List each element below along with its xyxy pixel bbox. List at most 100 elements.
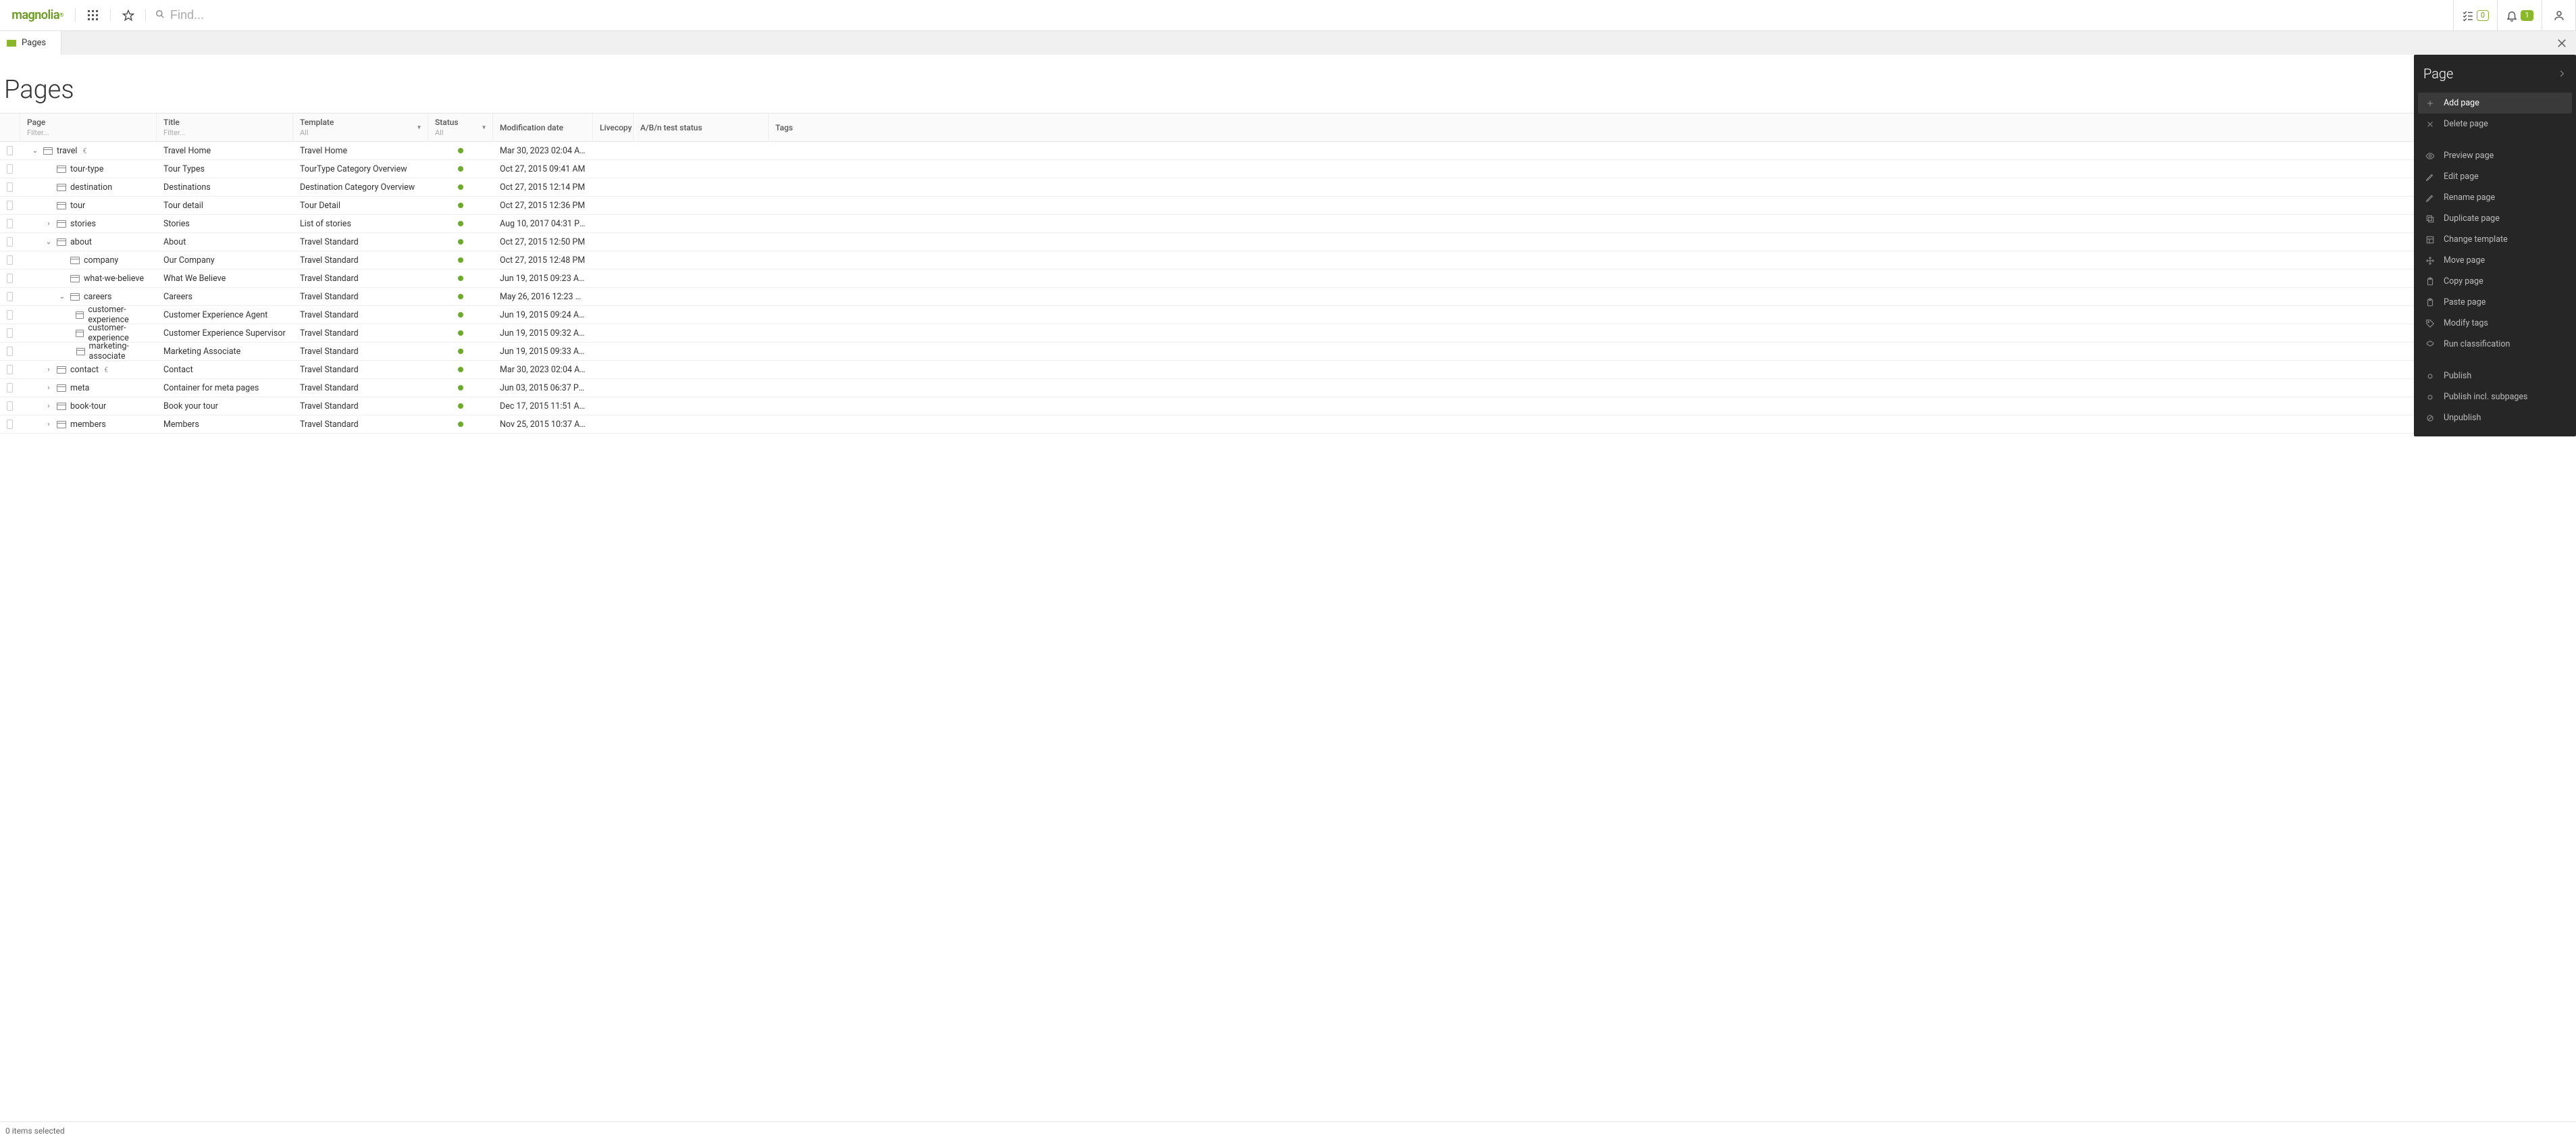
page-name: book-tour bbox=[70, 401, 106, 411]
table-row[interactable]: ›metaContainer for meta pagesTravel Stan… bbox=[0, 379, 2576, 397]
status-published-icon bbox=[458, 385, 463, 390]
action-add[interactable]: Add page bbox=[2418, 93, 2572, 113]
row-checkbox[interactable] bbox=[7, 328, 13, 338]
row-checkbox[interactable] bbox=[7, 292, 13, 301]
user-menu-icon[interactable] bbox=[2542, 0, 2576, 30]
action-preview[interactable]: Preview page bbox=[2418, 145, 2572, 166]
page-icon bbox=[70, 275, 80, 282]
table-row[interactable]: marketing-associateMarketing AssociateTr… bbox=[0, 343, 2576, 361]
template-cell: Travel Home bbox=[293, 146, 428, 156]
tab-label: Pages bbox=[22, 38, 46, 48]
table-row[interactable]: ⌄careersCareersTravel StandardMay 26, 20… bbox=[0, 288, 2576, 306]
row-checkbox[interactable] bbox=[7, 347, 13, 356]
template-cell: Travel Standard bbox=[293, 237, 428, 247]
page-name: customer-experience bbox=[88, 305, 154, 325]
actions-panel-header: Page bbox=[2414, 55, 2576, 93]
table-row[interactable]: ⌄aboutAboutTravel StandardOct 27, 2015 1… bbox=[0, 233, 2576, 251]
close-icon[interactable] bbox=[2556, 31, 2568, 55]
col-header-livecopy[interactable]: Livecopy bbox=[593, 113, 634, 141]
action-copy[interactable]: Copy page bbox=[2418, 271, 2572, 292]
app-launcher-icon[interactable] bbox=[76, 9, 111, 22]
page-title-cell: Tour Types bbox=[157, 164, 293, 174]
row-checkbox[interactable] bbox=[7, 146, 13, 155]
search-input[interactable] bbox=[170, 8, 2444, 22]
row-checkbox[interactable] bbox=[7, 182, 13, 192]
table-row[interactable]: customer-experienceCustomer Experience S… bbox=[0, 324, 2576, 343]
action-changetmpl[interactable]: Change template bbox=[2418, 229, 2572, 250]
col-header-abtest[interactable]: A/B/n test status bbox=[634, 113, 769, 141]
pencil-icon bbox=[2425, 172, 2436, 182]
table-row[interactable]: ›membersMembersTravel StandardNov 25, 20… bbox=[0, 415, 2576, 434]
row-checkbox[interactable] bbox=[7, 383, 13, 393]
row-checkbox[interactable] bbox=[7, 164, 13, 174]
action-label: Paste page bbox=[2444, 297, 2485, 307]
status-published-icon bbox=[458, 276, 463, 281]
table-row[interactable]: ›book-tourBook your tourTravel StandardD… bbox=[0, 397, 2576, 415]
collapse-icon[interactable]: ⌄ bbox=[45, 238, 53, 246]
row-checkbox[interactable] bbox=[7, 219, 13, 228]
notifications-button[interactable]: 1 bbox=[2498, 0, 2542, 30]
expand-icon[interactable]: › bbox=[45, 421, 53, 428]
col-header-modification[interactable]: Modification date bbox=[493, 113, 593, 141]
expand-icon[interactable]: › bbox=[45, 403, 53, 410]
table-row[interactable]: customer-experienceCustomer Experience A… bbox=[0, 306, 2576, 324]
action-unpublish[interactable]: Unpublish bbox=[2418, 407, 2572, 428]
page-title-cell: Destinations bbox=[157, 182, 293, 193]
row-checkbox[interactable] bbox=[7, 401, 13, 411]
status-published-icon bbox=[458, 422, 463, 427]
collapse-icon[interactable]: ⌄ bbox=[58, 293, 66, 301]
action-delete[interactable]: Delete page bbox=[2418, 113, 2572, 134]
expand-icon[interactable]: › bbox=[45, 366, 53, 374]
col-header-title[interactable]: Title Filter... bbox=[157, 113, 293, 141]
action-publishsub[interactable]: Publish incl. subpages bbox=[2418, 386, 2572, 407]
action-paste[interactable]: Paste page bbox=[2418, 292, 2572, 313]
dot-icon bbox=[2425, 393, 2436, 402]
row-checkbox[interactable] bbox=[7, 310, 13, 320]
modification-date-cell: Mar 30, 2023 02:04 AM bbox=[493, 146, 593, 156]
action-classify[interactable]: Run classification bbox=[2418, 334, 2572, 355]
row-checkbox[interactable] bbox=[7, 255, 13, 265]
action-move[interactable]: Move page bbox=[2418, 250, 2572, 271]
action-label: Add page bbox=[2444, 98, 2479, 108]
template-cell: List of stories bbox=[293, 219, 428, 229]
logo[interactable]: magnolia® bbox=[0, 8, 76, 22]
tasks-button[interactable]: 0 bbox=[2453, 0, 2498, 30]
page-name: stories bbox=[70, 219, 96, 229]
status-published-icon bbox=[458, 294, 463, 299]
table-row[interactable]: ›storiesStoriesList of storiesAug 10, 20… bbox=[0, 215, 2576, 233]
collapse-icon[interactable]: ⌄ bbox=[31, 147, 39, 155]
action-duplicate[interactable]: Duplicate page bbox=[2418, 208, 2572, 229]
row-checkbox[interactable] bbox=[7, 274, 13, 283]
row-checkbox[interactable] bbox=[7, 420, 13, 429]
col-header-status[interactable]: Status All ▾ bbox=[428, 113, 493, 141]
table-row[interactable]: tourTour detailTour DetailOct 27, 2015 1… bbox=[0, 197, 2576, 215]
favorite-icon[interactable] bbox=[111, 9, 146, 22]
table-row[interactable]: destinationDestinationsDestination Categ… bbox=[0, 178, 2576, 197]
action-publish[interactable]: Publish bbox=[2418, 365, 2572, 386]
ring-icon bbox=[2425, 413, 2436, 423]
table-row[interactable]: companyOur CompanyTravel StandardOct 27,… bbox=[0, 251, 2576, 270]
col-header-template[interactable]: Template All ▾ bbox=[293, 113, 428, 141]
tab-pages[interactable]: Pages bbox=[0, 31, 61, 55]
table-row[interactable]: ›contact€ContactTravel StandardMar 30, 2… bbox=[0, 361, 2576, 379]
expand-icon[interactable]: › bbox=[45, 384, 53, 392]
action-rename[interactable]: Rename page bbox=[2418, 187, 2572, 208]
table-row[interactable]: what-we-believeWhat We BelieveTravel Sta… bbox=[0, 270, 2576, 288]
row-checkbox[interactable] bbox=[7, 365, 13, 374]
template-cell: Travel Standard bbox=[293, 365, 428, 375]
action-edit[interactable]: Edit page bbox=[2418, 166, 2572, 187]
action-label: Unpublish bbox=[2444, 413, 2481, 423]
table-row[interactable]: ⌄travel€Travel HomeTravel HomeMar 30, 20… bbox=[0, 142, 2576, 160]
page-icon bbox=[57, 166, 66, 173]
chevron-right-icon[interactable] bbox=[2557, 66, 2567, 82]
action-tags[interactable]: Modify tags bbox=[2418, 313, 2572, 334]
page-name: meta bbox=[70, 383, 89, 393]
page-title-cell: Members bbox=[157, 420, 293, 430]
col-header-tags[interactable]: Tags bbox=[769, 113, 2576, 141]
col-header-page[interactable]: Page Filter... bbox=[20, 113, 157, 141]
row-checkbox[interactable] bbox=[7, 237, 13, 247]
expand-icon[interactable]: › bbox=[45, 220, 53, 228]
table-row[interactable]: tour-typeTour TypesTourType Category Ove… bbox=[0, 160, 2576, 178]
row-checkbox[interactable] bbox=[7, 201, 13, 210]
page-title: Pages bbox=[4, 75, 74, 105]
